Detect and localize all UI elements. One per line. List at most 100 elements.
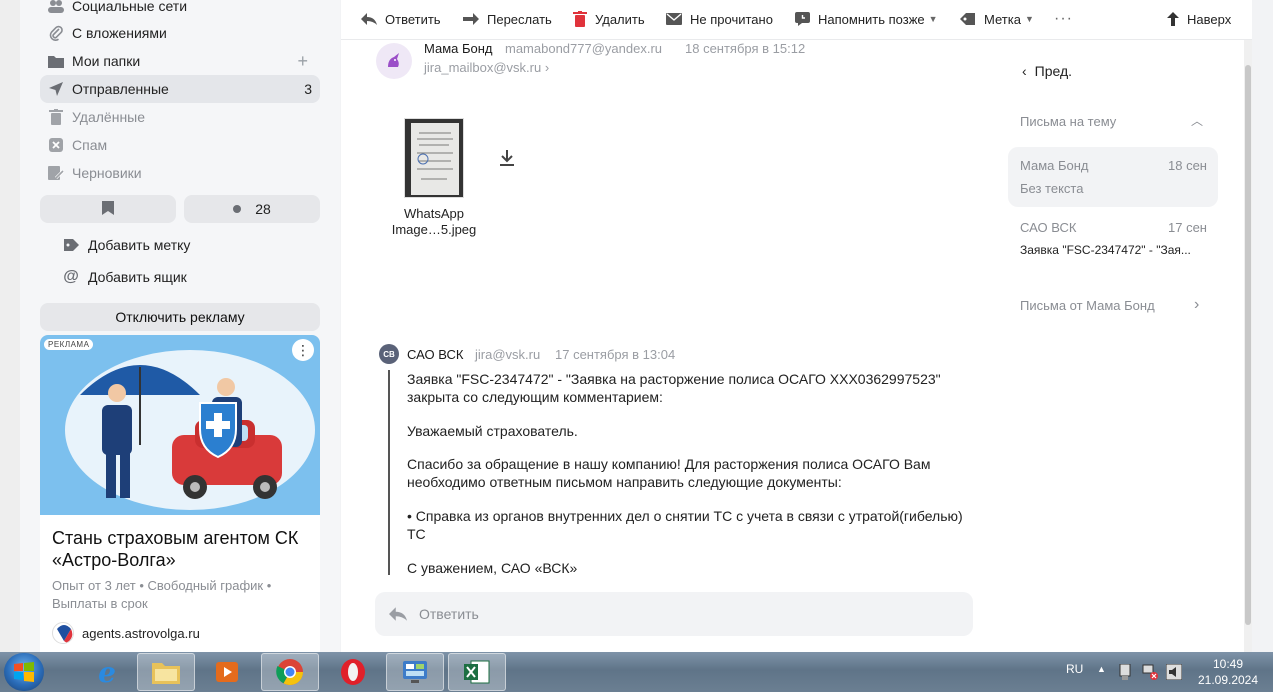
sent-count: 3 xyxy=(304,81,312,97)
arrow-up-icon xyxy=(1167,12,1179,26)
forward-button[interactable]: Переслать xyxy=(463,8,552,30)
label-button[interactable]: Метка ▼ xyxy=(960,8,1034,30)
taskbar-clock[interactable]: 10:49 21.09.2024 xyxy=(1193,656,1263,688)
scroll-top-button[interactable]: Наверх xyxy=(1167,8,1231,30)
tag-icon xyxy=(62,238,80,252)
ad-image[interactable]: РЕКЛАМА ⋮ xyxy=(40,335,320,515)
message1-email[interactable]: mamabond777@yandex.ru xyxy=(505,41,662,56)
ad-title[interactable]: Стань страховым агентом СК «Астро-Волга» xyxy=(52,527,312,571)
chrome-taskbar-button[interactable] xyxy=(261,653,319,691)
recipient-text: jira_mailbox@vsk.ru xyxy=(424,60,542,75)
unicorn-icon xyxy=(388,53,399,67)
bookmark-icon xyxy=(102,200,114,218)
ad-domain[interactable]: agents.astrovolga.ru xyxy=(52,622,200,644)
unread-filter-button[interactable]: 28 xyxy=(184,195,320,223)
sidebar-item-attachments[interactable]: С вложениями xyxy=(40,19,320,47)
disable-ads-button[interactable]: Отключить рекламу xyxy=(40,303,320,331)
control-panel-icon xyxy=(403,661,427,683)
attachment-name-line2: Image…5.jpeg xyxy=(391,222,477,237)
message1-recipient[interactable]: jira_mailbox@vsk.ru › xyxy=(424,60,549,75)
insurance-illustration xyxy=(65,350,315,510)
clock-time: 10:49 xyxy=(1212,657,1244,671)
sender-letters-link[interactable]: Письма от Мама Бонд xyxy=(1020,298,1155,313)
trash-icon xyxy=(46,108,66,126)
windows-logo-icon xyxy=(14,662,34,682)
message2-email[interactable]: jira@vsk.ru xyxy=(475,347,540,362)
download-icon[interactable] xyxy=(500,150,514,171)
thread-section-title[interactable]: Письма на тему xyxy=(1020,114,1116,129)
sidebar-item-deleted[interactable]: Удалённые xyxy=(40,103,320,131)
unread-count: 28 xyxy=(255,201,271,217)
quick-reply-box[interactable]: Ответить xyxy=(375,592,973,636)
sidebar-item-spam[interactable]: Спам xyxy=(40,131,320,159)
thread-item-sender[interactable]: САО ВСК xyxy=(1020,220,1076,235)
windows-taskbar: e RU ▲ 10:49 21.09.2024 xyxy=(0,652,1273,692)
mark-unread-button[interactable]: Не прочитано xyxy=(666,8,773,30)
attachment-name[interactable]: WhatsApp Image…5.jpeg xyxy=(384,206,484,238)
thread-item-sender[interactable]: Мама Бонд xyxy=(1020,158,1089,173)
chevron-left-icon: ‹ xyxy=(1022,63,1027,79)
sidebar-item-label: Спам xyxy=(72,137,108,153)
prev-message-link[interactable]: ‹ Пред. xyxy=(1022,63,1072,79)
sender-avatar[interactable]: СВ xyxy=(379,344,399,364)
opera-taskbar-button[interactable] xyxy=(324,653,382,691)
more-options-icon[interactable]: ⋮ xyxy=(292,339,314,361)
usb-device-icon[interactable] xyxy=(1118,663,1132,685)
attachment-name-line1: WhatsApp xyxy=(404,206,464,221)
chevron-up-icon[interactable]: ︿ xyxy=(1191,112,1203,129)
astrovolga-logo-icon xyxy=(52,622,74,644)
input-language[interactable]: RU xyxy=(1066,662,1083,676)
envelope-icon xyxy=(666,13,682,25)
sidebar: Социальные сети С вложениями Мои папки +… xyxy=(20,0,340,652)
more-actions-icon[interactable]: ··· xyxy=(1054,8,1073,30)
thread-item-snippet: Без текста xyxy=(1020,181,1084,196)
bookmarks-filter-button[interactable] xyxy=(40,195,176,223)
add-label-link[interactable]: Добавить метку xyxy=(62,233,190,257)
folder-icon xyxy=(152,663,180,684)
scrollbar-thumb[interactable] xyxy=(1245,65,1251,625)
start-button[interactable] xyxy=(4,653,44,691)
add-folder-icon[interactable]: + xyxy=(297,51,308,72)
thread-item-active[interactable] xyxy=(1008,147,1218,207)
excel-taskbar-button[interactable] xyxy=(448,653,506,691)
ad-card[interactable]: РЕКЛАМА ⋮ Стань страховым агентом СК «Ас… xyxy=(40,335,320,652)
prev-label: Пред. xyxy=(1034,63,1073,79)
remind-later-button[interactable]: Напомнить позже ▼ xyxy=(795,8,938,30)
media-player-icon xyxy=(216,662,238,682)
paperclip-icon xyxy=(46,24,66,42)
media-player-taskbar-button[interactable] xyxy=(198,653,256,691)
tray-expand-icon[interactable]: ▲ xyxy=(1097,664,1106,674)
delete-button[interactable]: Удалить xyxy=(573,8,645,30)
delete-label: Удалить xyxy=(595,11,645,27)
message-view: Ответить Переслать Удалить Не прочитано … xyxy=(341,0,1252,652)
control-panel-taskbar-button[interactable] xyxy=(386,653,444,691)
add-mailbox-link[interactable]: @ Добавить ящик xyxy=(62,265,187,289)
forward-label: Переслать xyxy=(487,11,552,27)
chevron-right-icon[interactable]: › xyxy=(1194,296,1199,314)
sender-avatar[interactable] xyxy=(376,43,412,79)
tag-icon xyxy=(960,12,976,26)
ie-taskbar-button[interactable]: e xyxy=(78,653,136,691)
sidebar-item-drafts[interactable]: Черновики xyxy=(40,159,320,187)
chevron-down-icon: ▼ xyxy=(1024,14,1034,24)
message2-sender[interactable]: САО ВСК xyxy=(407,347,463,362)
reply-button[interactable]: Ответить xyxy=(361,8,441,30)
sidebar-item-sent[interactable]: Отправленные 3 xyxy=(40,75,320,103)
attachment-thumbnail[interactable] xyxy=(404,118,464,198)
message-toolbar: Ответить Переслать Удалить Не прочитано … xyxy=(341,0,1252,40)
sidebar-item-label: С вложениями xyxy=(72,25,167,41)
clock-date: 21.09.2024 xyxy=(1197,673,1259,687)
scrollbar[interactable] xyxy=(1244,40,1252,652)
network-status-icon[interactable] xyxy=(1142,664,1158,685)
message1-sender[interactable]: Мама Бонд xyxy=(424,41,493,56)
thread-item-snippet[interactable]: Заявка "FSC-2347472" - "Зая... xyxy=(1020,243,1191,257)
thread-item-date: 17 сен xyxy=(1168,220,1207,235)
volume-icon[interactable] xyxy=(1165,663,1183,685)
at-icon: @ xyxy=(63,268,79,285)
explorer-taskbar-button[interactable] xyxy=(137,653,195,691)
sidebar-item-social[interactable]: Социальные сети xyxy=(40,0,320,20)
message2-paragraph: • Справка из органов внутренних дел о сн… xyxy=(407,508,963,542)
sidebar-item-my-folders[interactable]: Мои папки + xyxy=(40,47,320,75)
sidebar-item-label: Мои папки xyxy=(72,53,141,69)
add-mailbox-text: Добавить ящик xyxy=(88,269,187,285)
